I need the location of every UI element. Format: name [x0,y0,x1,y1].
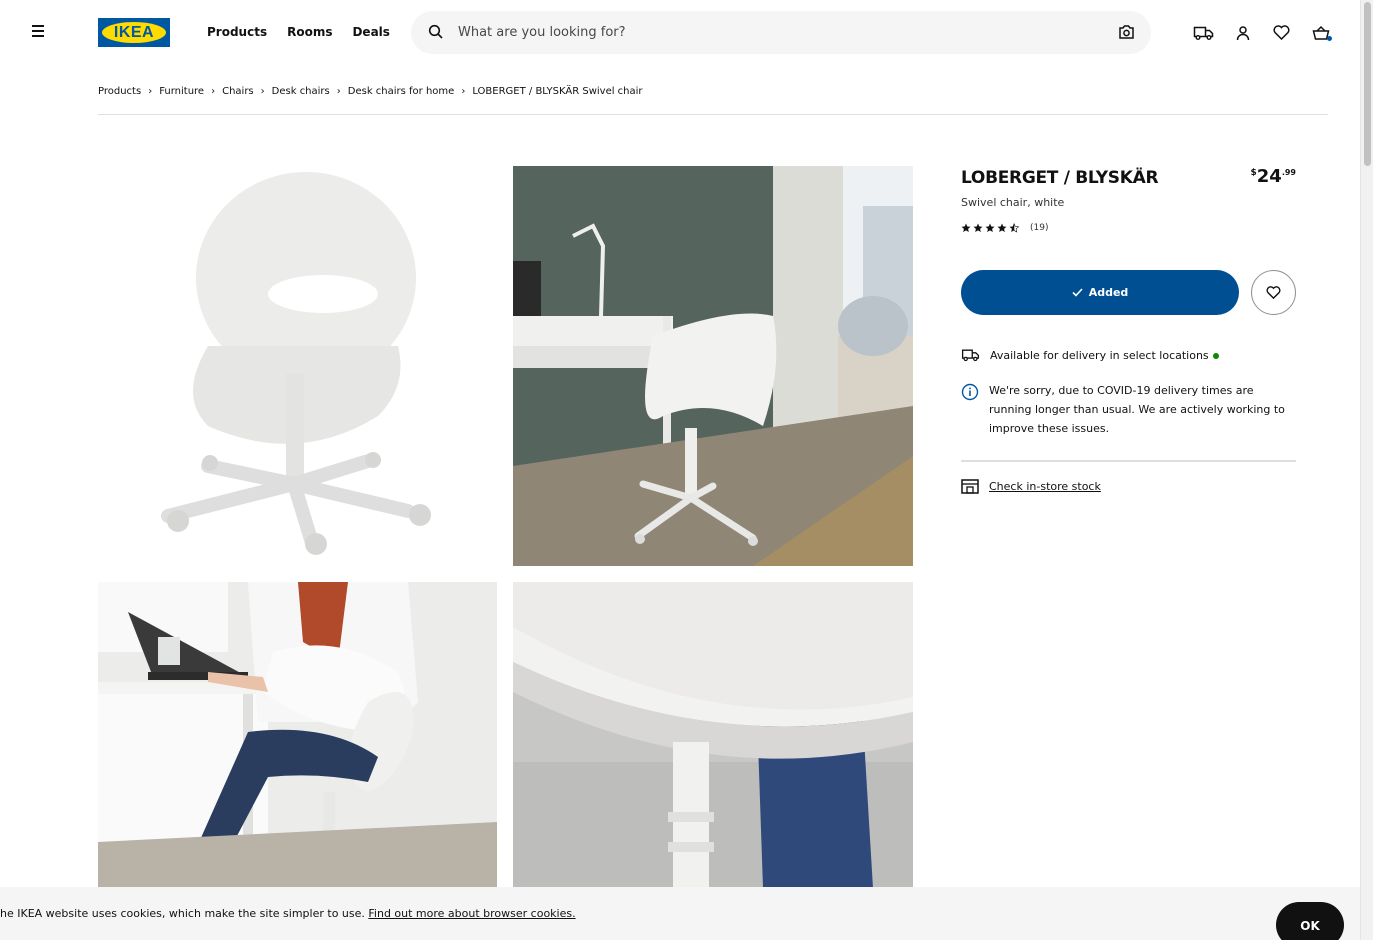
shopping-bag-icon[interactable] [1310,22,1332,43]
product-image-lifestyle[interactable] [98,582,497,888]
hamburger-menu-icon[interactable] [28,22,48,42]
scrollbar-thumb[interactable] [1364,2,1371,166]
cookie-message: he IKEA website uses cookies, which make… [0,907,576,920]
star-icon [961,223,971,232]
cookie-info-link[interactable]: Find out more about browser cookies. [368,907,575,920]
product-image-detail[interactable] [513,582,913,888]
nav-rooms[interactable]: Rooms [287,25,332,39]
main-nav: Products Rooms Deals [207,25,390,39]
cookie-ok-button[interactable]: OK [1276,902,1344,940]
product-price: $24.99 [1251,166,1297,187]
added-label: Added [1088,286,1129,299]
product-title: LOBERGET / BLYSKÄR [961,168,1159,188]
nav-products[interactable]: Products [207,25,267,39]
delivery-truck-icon [961,349,980,362]
cookie-banner: he IKEA website uses cookies, which make… [0,887,1360,940]
chevron-right-icon: › [461,86,466,97]
chevron-right-icon: › [211,86,216,97]
star-icon [973,223,983,232]
price-integer: 24 [1256,166,1282,187]
breadcrumb-chairs[interactable]: Chairs [222,86,254,97]
star-icon [997,223,1007,232]
breadcrumb-desk-chairs-home[interactable]: Desk chairs for home [348,86,455,97]
search-bar [411,11,1151,54]
product-image-room[interactable] [513,166,913,566]
favourite-button[interactable] [1251,270,1296,315]
add-to-bag-button[interactable]: Added [961,270,1239,315]
half-star-icon [1009,223,1019,233]
chevron-right-icon: › [148,86,153,97]
user-account-icon[interactable] [1232,22,1253,43]
breadcrumb: Products › Furniture › Chairs › Desk cha… [98,86,1328,115]
star-icon [985,223,995,232]
delivery-availability: Available for delivery in select locatio… [961,348,1219,362]
cookie-text: he IKEA website uses cookies, which make… [0,907,365,920]
nav-deals[interactable]: Deals [352,25,389,39]
site-header: IKEA Products Rooms Deals [0,0,1360,64]
chevron-right-icon: › [336,86,341,97]
delivery-truck-icon[interactable] [1193,22,1214,43]
ikea-logo[interactable]: IKEA [98,18,170,47]
availability-dot [1212,352,1219,359]
wishlist-heart-icon[interactable] [1271,22,1292,43]
breadcrumb-desk-chairs[interactable]: Desk chairs [272,86,330,97]
notice-text: We're sorry, due to COVID-19 delivery ti… [989,384,1285,435]
cart-indicator [1327,36,1332,41]
price-decimal: .99 [1281,168,1296,177]
breadcrumb-products[interactable]: Products [98,86,141,97]
header-actions [1193,22,1332,43]
review-count: (19) [1030,223,1049,233]
store-stock: Check in-store stock [961,479,1101,494]
logo-text: IKEA [113,23,155,41]
search-input[interactable] [458,21,1098,44]
product-description: Swivel chair, white [961,196,1065,209]
covid-notice: We're sorry, due to COVID-19 delivery ti… [961,383,1296,438]
check-stock-link[interactable]: Check in-store stock [989,480,1101,493]
delivery-text: Available for delivery in select locatio… [990,348,1209,362]
page-scrollbar[interactable] [1360,0,1373,940]
breadcrumb-furniture[interactable]: Furniture [159,86,204,97]
heart-icon [1266,286,1281,299]
info-icon [961,383,979,401]
camera-icon[interactable] [1118,24,1135,40]
search-icon[interactable] [428,24,444,40]
breadcrumb-current: LOBERGET / BLYSKÄR Swivel chair [472,86,643,97]
rating-stars[interactable]: (19) [961,223,1048,233]
divider [961,460,1296,462]
price-currency: $ [1250,168,1257,178]
store-icon [961,479,979,494]
product-image-main[interactable] [98,166,497,566]
checkmark-icon [1072,288,1083,297]
chevron-right-icon: › [260,86,265,97]
